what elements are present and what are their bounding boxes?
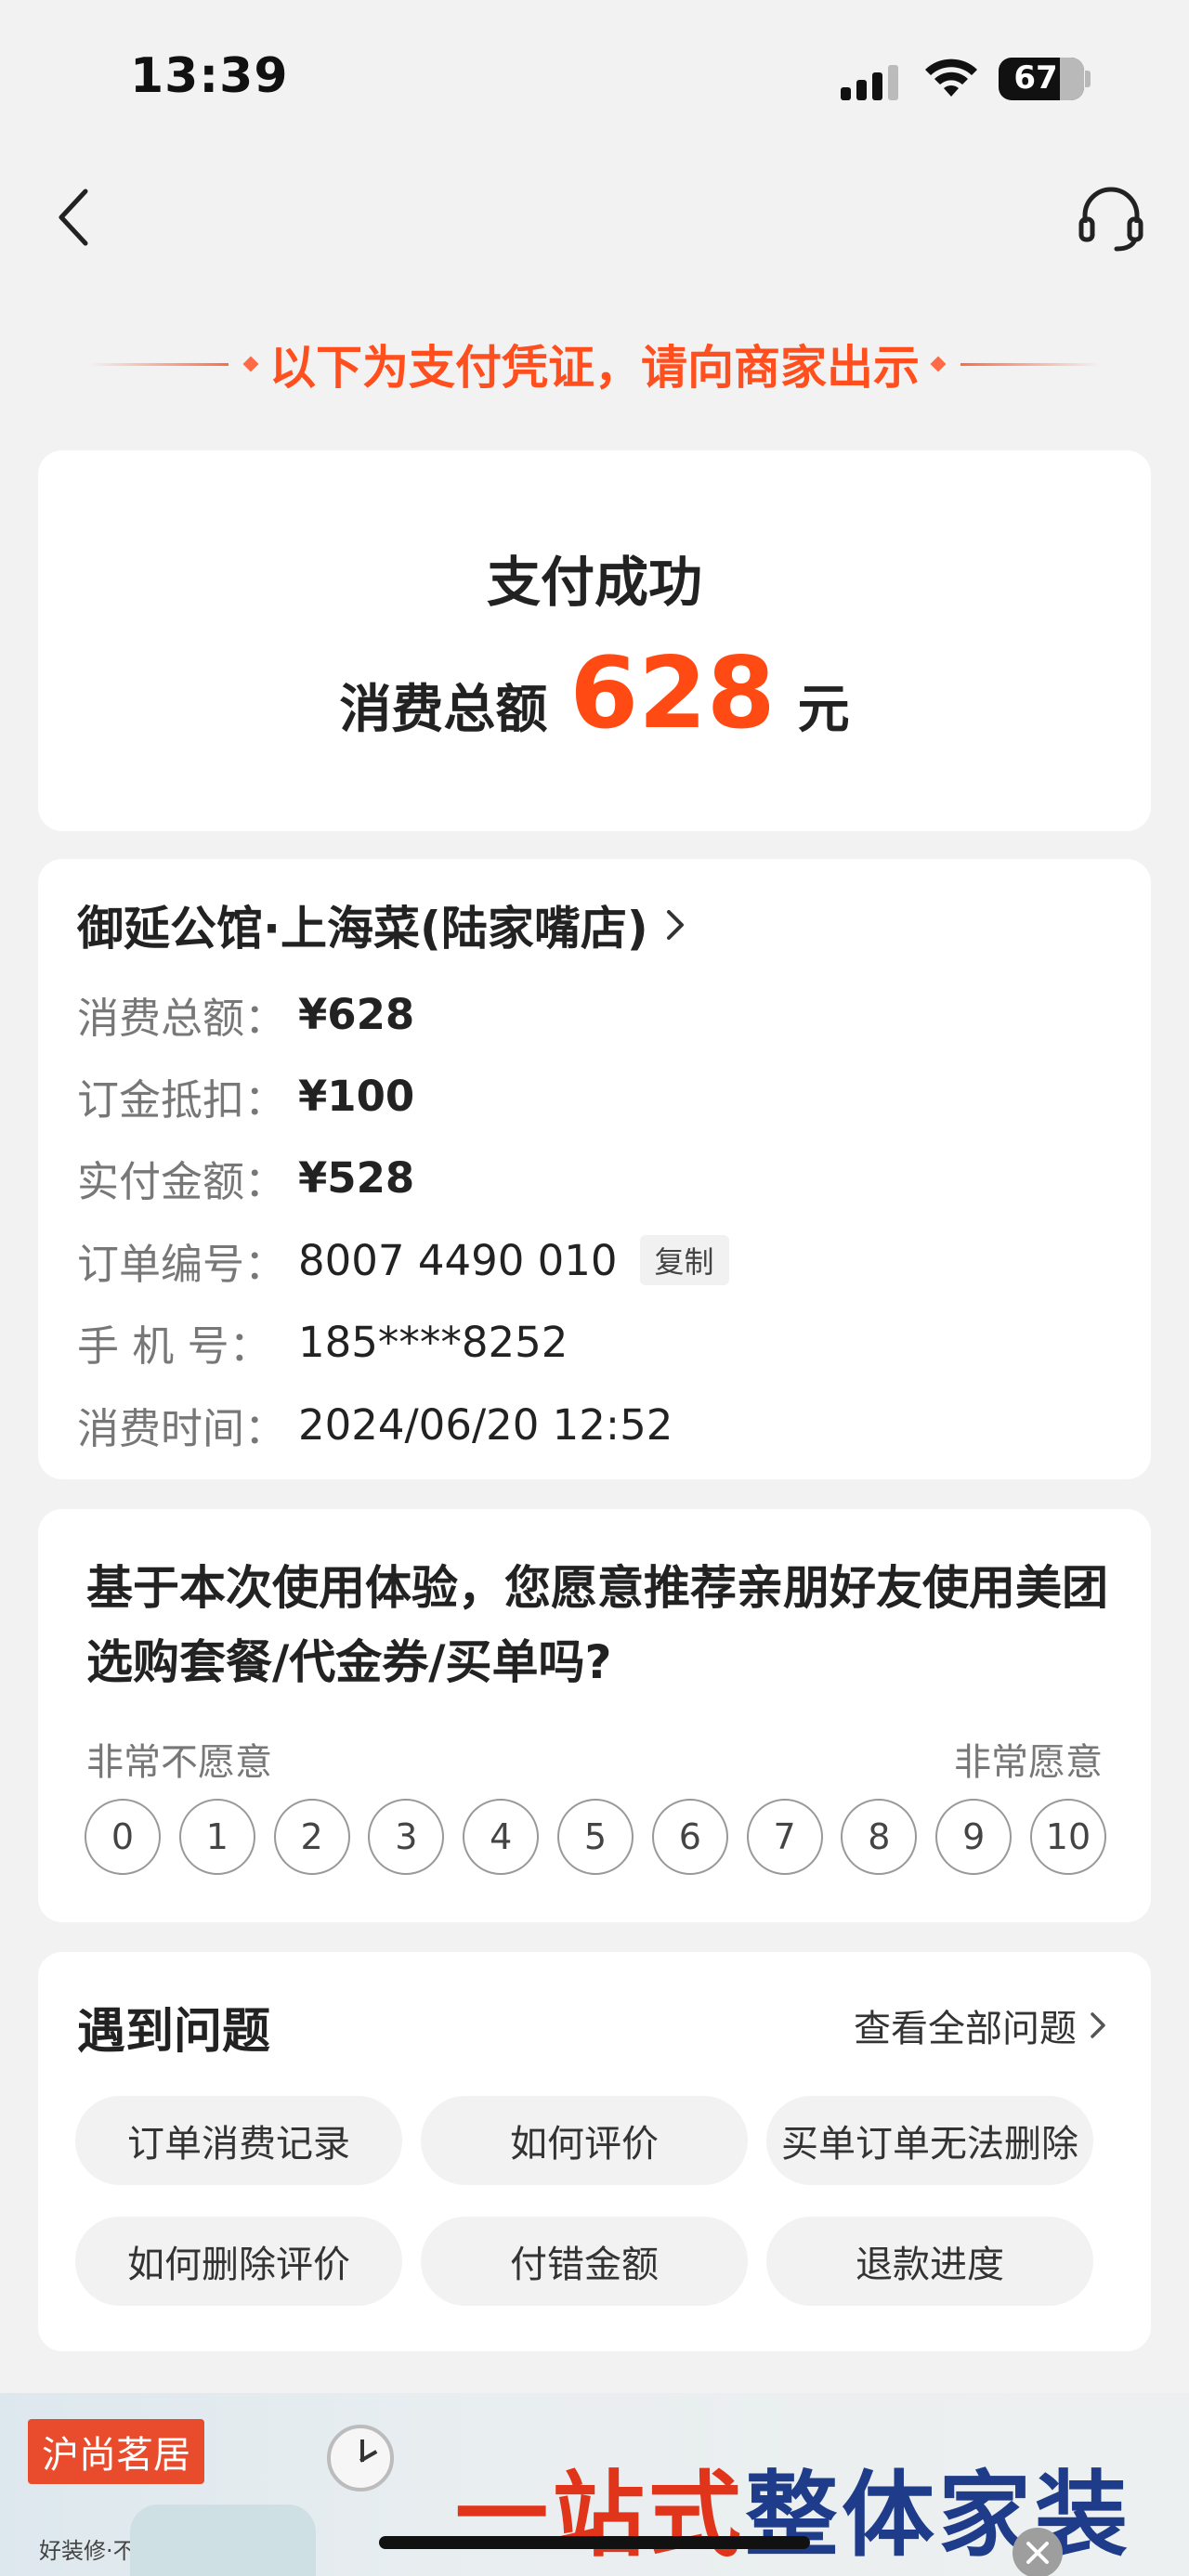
ad-brand-logo: 沪尚茗居 (28, 2419, 204, 2484)
row-label: 消费总额： (77, 993, 287, 1043)
customer-service-button[interactable] (1076, 182, 1146, 253)
row-value: ¥628 (298, 989, 415, 1039)
survey-low-label: 非常不愿意 (86, 1741, 272, 1784)
payment-success-card: 支付成功 消费总额 628 元 (38, 450, 1151, 831)
total-unit: 元 (797, 680, 850, 740)
problem-chip[interactable]: 付错金额 (421, 2217, 748, 2306)
score-option-10[interactable]: 10 (1029, 1799, 1106, 1875)
notice-line-left (89, 362, 229, 366)
status-bar: 13:39 67 (0, 0, 1189, 158)
chevron-right-icon (1091, 2012, 1105, 2038)
problem-chip[interactable]: 如何删除评价 (75, 2217, 402, 2306)
payment-total: 消费总额 628 元 (38, 636, 1151, 750)
clock-icon (327, 2425, 394, 2491)
payment-notice: 以下为支付凭证，请向商家出示 (0, 330, 1189, 398)
row-value: 185****8252 (298, 1317, 568, 1367)
close-icon (1026, 2542, 1049, 2564)
row-time: 消费时间： 2024/06/20 12:52 (77, 1395, 673, 1454)
home-indicator (379, 2536, 810, 2549)
wifi-icon (925, 59, 977, 97)
problem-chip[interactable]: 退款进度 (766, 2217, 1093, 2306)
row-paid: 实付金额： ¥528 (77, 1148, 414, 1207)
notice-diamond-right (930, 356, 947, 372)
notice-line-right (960, 362, 1100, 366)
battery-icon: 67 (999, 58, 1084, 100)
status-time: 13:39 (130, 48, 289, 104)
problem-chip[interactable]: 买单订单无法删除 (766, 2096, 1093, 2185)
problem-chips: 订单消费记录 如何评价 买单订单无法删除 如何删除评价 付错金额 退款进度 (75, 2096, 1134, 2306)
survey-high-label: 非常愿意 (954, 1741, 1103, 1784)
row-label: 消费时间： (77, 1403, 287, 1453)
score-option-3[interactable]: 3 (368, 1799, 445, 1875)
problem-chip[interactable]: 如何评价 (421, 2096, 748, 2185)
score-option-2[interactable]: 2 (273, 1799, 350, 1875)
row-label: 实付金额： (77, 1156, 287, 1206)
copy-button[interactable]: 复制 (639, 1235, 729, 1285)
score-option-9[interactable]: 9 (935, 1799, 1013, 1875)
score-option-5[interactable]: 5 (556, 1799, 634, 1875)
row-value: 8007 4490 010 (298, 1235, 618, 1285)
nps-survey-card: 基于本次使用体验，您愿意推荐亲朋好友使用美团选购套餐/代金券/买单吗? 非常不愿… (38, 1509, 1151, 1922)
score-option-7[interactable]: 7 (746, 1799, 823, 1875)
headset-icon (1078, 187, 1143, 252)
survey-question: 基于本次使用体验，您愿意推荐亲朋好友使用美团选购套餐/代金券/买单吗? (86, 1561, 1108, 1689)
notice-text: 以下为支付凭证，请向商家出示 (269, 341, 920, 395)
row-value: ¥528 (298, 1152, 415, 1203)
row-phone: 手 机 号： 185****8252 (77, 1312, 568, 1372)
score-option-4[interactable]: 4 (463, 1799, 540, 1875)
row-label: 订单编号： (77, 1239, 287, 1289)
signal-icon (841, 65, 900, 100)
row-deposit: 订金抵扣： ¥100 (77, 1066, 414, 1125)
row-value: ¥100 (298, 1071, 415, 1121)
order-details-card: 御延公馆·上海菜(陆家嘴店) 消费总额： ¥628 订金抵扣： ¥100 实付金… (38, 859, 1151, 1479)
row-value: 2024/06/20 12:52 (298, 1399, 673, 1450)
problem-chip[interactable]: 订单消费记录 (75, 2096, 402, 2185)
row-label: 订金抵扣： (77, 1074, 287, 1125)
chevron-right-icon (666, 910, 684, 940)
back-button[interactable] (46, 182, 102, 253)
merchant-name: 御延公馆·上海菜(陆家嘴店) (77, 902, 648, 956)
help-title: 遇到问题 (77, 2004, 271, 2060)
total-label: 消费总额 (339, 680, 548, 740)
ad-close-button[interactable] (1013, 2528, 1063, 2576)
score-options: 0 1 2 3 4 5 6 7 8 9 10 (85, 1799, 1106, 1875)
battery-level: 67 (1013, 59, 1058, 97)
total-amount: 628 (569, 636, 776, 750)
back-icon (59, 189, 88, 246)
score-option-6[interactable]: 6 (651, 1799, 728, 1875)
help-card: 遇到问题 查看全部问题 订单消费记录 如何评价 买单订单无法删除 如何删除评价 … (38, 1952, 1151, 2351)
ad-headline-red: 一站式 (455, 2461, 745, 2569)
merchant-link[interactable]: 御延公馆·上海菜(陆家嘴店) (77, 891, 689, 958)
score-option-8[interactable]: 8 (841, 1799, 918, 1875)
view-all-problems-link[interactable]: 查看全部问题 (854, 1998, 1108, 2052)
row-label: 手 机 号： (77, 1321, 271, 1371)
score-option-1[interactable]: 1 (178, 1799, 255, 1875)
ad-headline-blue: 整体家装 (745, 2461, 1131, 2569)
view-all-label: 查看全部问题 (854, 2008, 1077, 2050)
ad-sofa-image (130, 2504, 316, 2576)
row-order-number: 订单编号： 8007 4490 010 复制 (77, 1230, 729, 1290)
payment-title: 支付成功 (486, 551, 702, 614)
row-total: 消费总额： ¥628 (77, 984, 414, 1044)
battery-cap (1085, 71, 1091, 87)
score-option-0[interactable]: 0 (85, 1799, 161, 1875)
